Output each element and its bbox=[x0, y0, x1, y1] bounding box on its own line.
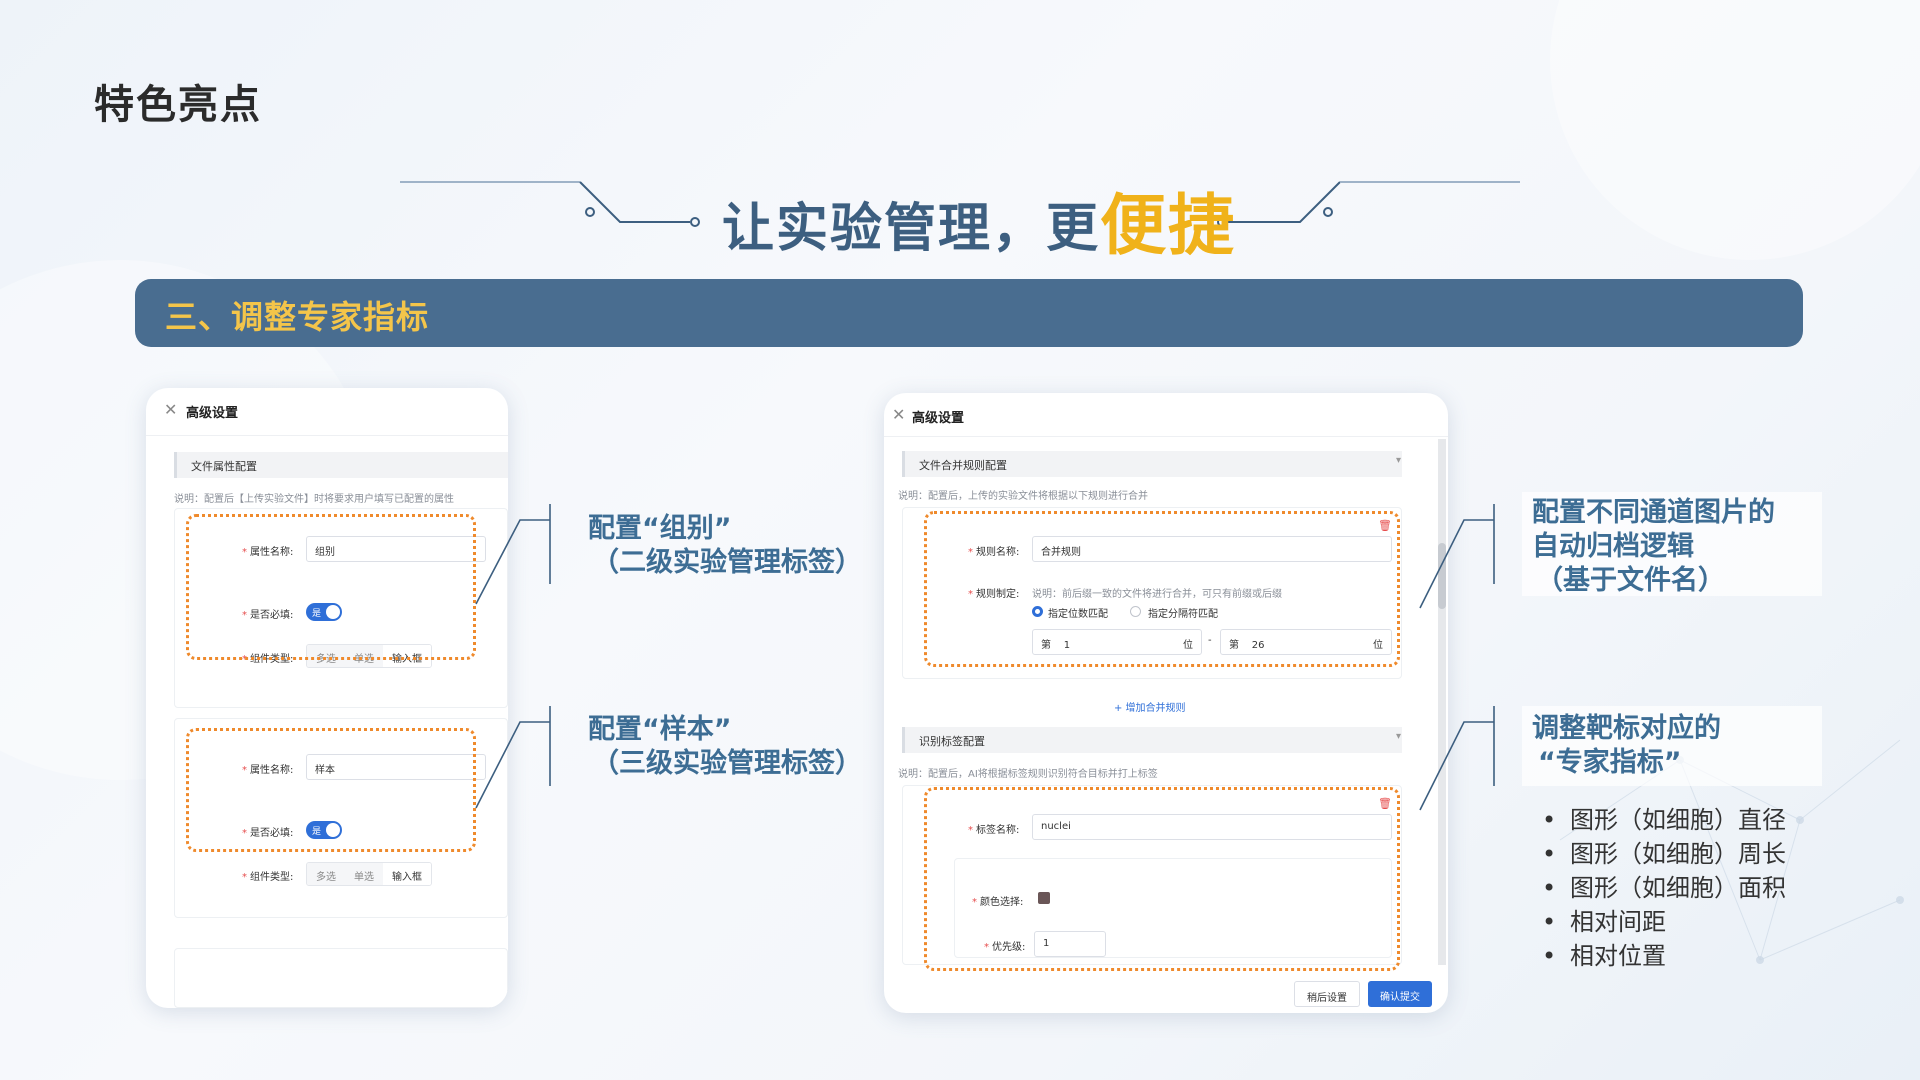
callout-target: 调整靶标对应的 “专家指标” bbox=[1532, 712, 1721, 780]
list-item: 图形（如细胞）周长 bbox=[1542, 837, 1786, 871]
callout-target-line1: 调整靶标对应的 bbox=[1532, 713, 1721, 744]
list-item: 图形（如细胞）直径 bbox=[1542, 803, 1786, 837]
metric-bullet-list: 图形（如细胞）直径 图形（如细胞）周长 图形（如细胞）面积 相对间距 相对位置 bbox=[1542, 803, 1786, 973]
list-item: 相对间距 bbox=[1542, 905, 1786, 939]
callout-target-line2: “专家指标” bbox=[1538, 747, 1682, 778]
list-item: 图形（如细胞）面积 bbox=[1542, 871, 1786, 905]
list-item: 相对位置 bbox=[1542, 939, 1786, 973]
callout-sample: 配置“样本” （三级实验管理标签） bbox=[588, 713, 862, 781]
callout-sample-line1: 配置“样本” bbox=[588, 714, 732, 745]
callout-channel-line3: （基于文件名） bbox=[1536, 565, 1725, 596]
callout-sample-line2: （三级实验管理标签） bbox=[592, 748, 862, 779]
callout-channel-line2: 自动归档逻辑 bbox=[1532, 531, 1694, 562]
callout-group-line1: 配置“组别” bbox=[588, 513, 732, 544]
callout-channel: 配置不同通道图片的 自动归档逻辑 （基于文件名） bbox=[1532, 496, 1775, 598]
callout-group: 配置“组别” （二级实验管理标签） bbox=[588, 512, 862, 580]
callout-group-line2: （二级实验管理标签） bbox=[592, 547, 862, 578]
callout-channel-line1: 配置不同通道图片的 bbox=[1532, 497, 1775, 528]
